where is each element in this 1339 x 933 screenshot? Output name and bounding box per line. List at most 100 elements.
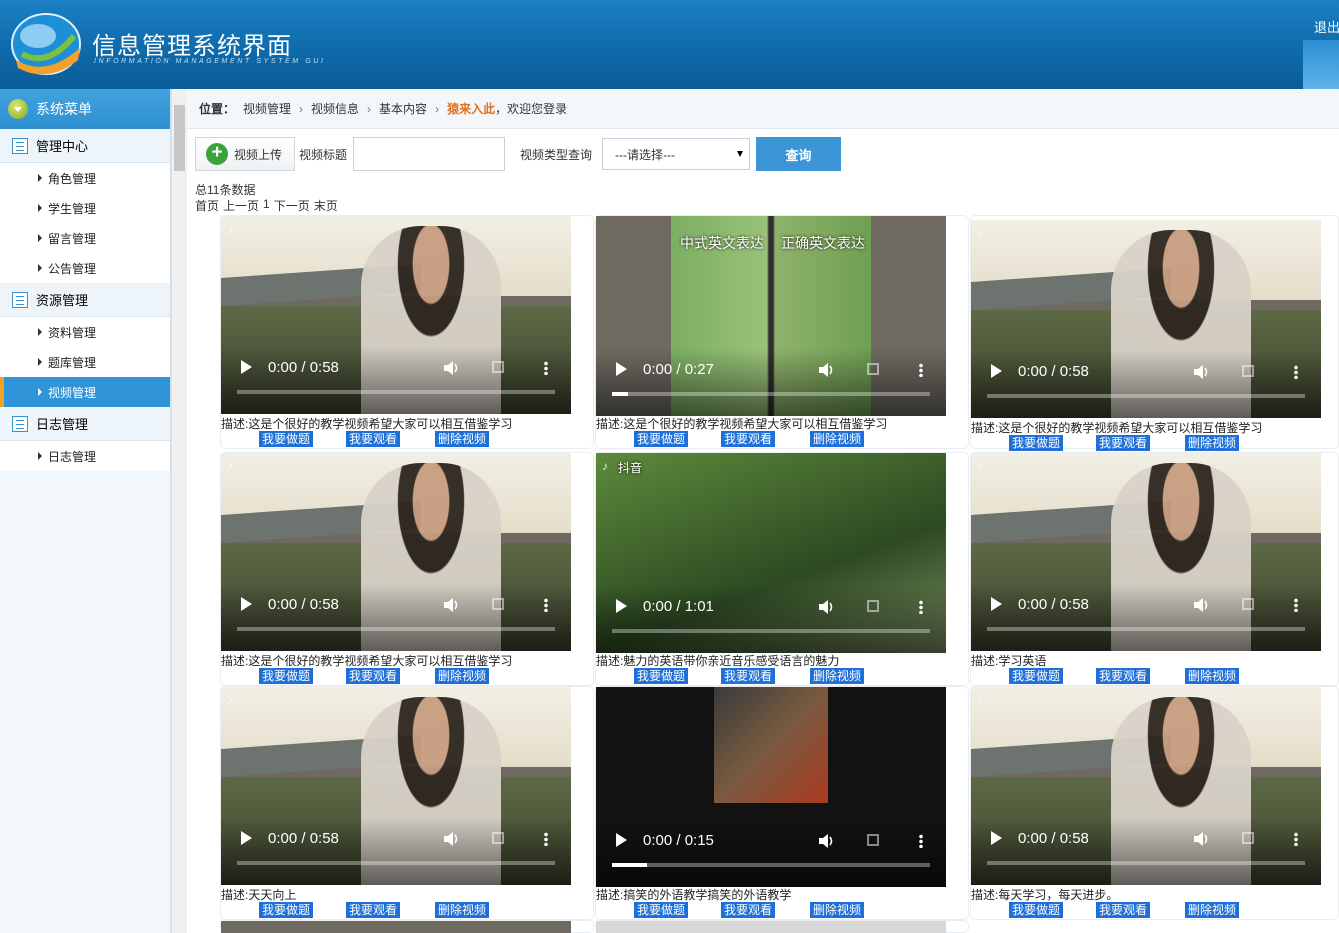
volume-icon[interactable] — [818, 833, 834, 849]
volume-icon[interactable] — [818, 599, 834, 615]
fullscreen-icon[interactable] — [1242, 365, 1254, 377]
more-options-icon[interactable] — [1294, 598, 1298, 612]
delete-video-button[interactable]: 删除视频 — [810, 431, 865, 447]
play-icon[interactable] — [616, 833, 627, 847]
video-progress[interactable] — [612, 863, 930, 867]
more-options-icon[interactable] — [1294, 365, 1298, 379]
sidebar-item-video[interactable]: 视频管理 — [0, 377, 170, 407]
breadcrumb-item[interactable]: 基本内容 — [379, 100, 427, 117]
volume-icon[interactable] — [1193, 364, 1209, 380]
do-exercise-button[interactable]: 我要做题 — [634, 668, 689, 684]
play-icon[interactable] — [991, 364, 1002, 378]
play-icon[interactable] — [241, 360, 252, 374]
more-options-icon[interactable] — [919, 600, 923, 614]
sidebar-group-resource[interactable]: 资源管理 — [0, 283, 170, 317]
volume-icon[interactable] — [443, 360, 459, 376]
pager-first[interactable]: 首页 — [195, 197, 219, 214]
sidebar-item-log[interactable]: 日志管理 — [0, 441, 170, 471]
volume-icon[interactable] — [818, 362, 834, 378]
video-player[interactable]: ♪ 0:00 / 0:58 — [971, 220, 1321, 418]
volume-icon[interactable] — [1193, 597, 1209, 613]
watch-video-button[interactable]: 我要观看 — [721, 431, 776, 447]
do-exercise-button[interactable]: 我要做题 — [259, 668, 314, 684]
delete-video-button[interactable]: 删除视频 — [435, 668, 490, 684]
video-progress[interactable] — [987, 861, 1305, 865]
sidebar-item-notice[interactable]: 公告管理 — [0, 253, 170, 283]
play-icon[interactable] — [991, 831, 1002, 845]
video-player[interactable]: ♪ 0:00 / 0:58 — [221, 453, 571, 651]
sidebar-item-material[interactable]: 资料管理 — [0, 317, 170, 347]
sidebar-group-log[interactable]: 日志管理 — [0, 407, 170, 441]
delete-video-button[interactable]: 删除视频 — [810, 902, 865, 918]
video-progress[interactable] — [987, 394, 1305, 398]
do-exercise-button[interactable]: 我要做题 — [259, 902, 314, 918]
delete-video-button[interactable]: 删除视频 — [810, 668, 865, 684]
video-player[interactable]: 中式英文表达 正确英文表达 0:00 / 0:27 — [596, 216, 946, 416]
more-options-icon[interactable] — [544, 598, 548, 612]
delete-video-button[interactable]: 删除视频 — [1185, 668, 1240, 684]
fullscreen-icon[interactable] — [867, 363, 879, 375]
fullscreen-icon[interactable] — [867, 834, 879, 846]
fullscreen-icon[interactable] — [1242, 598, 1254, 610]
video-player[interactable]: ♪ 0:00 / 0:58 — [971, 687, 1321, 885]
fullscreen-icon[interactable] — [492, 361, 504, 373]
watch-video-button[interactable]: 我要观看 — [721, 668, 776, 684]
sidebar-item-role[interactable]: 角色管理 — [0, 163, 170, 193]
video-progress[interactable] — [987, 627, 1305, 631]
more-options-icon[interactable] — [919, 363, 923, 377]
breadcrumb-item[interactable]: 视频信息 — [311, 100, 359, 117]
sidebar-item-question-bank[interactable]: 题库管理 — [0, 347, 170, 377]
fullscreen-icon[interactable] — [1242, 832, 1254, 844]
more-options-icon[interactable] — [544, 361, 548, 375]
do-exercise-button[interactable]: 我要做题 — [634, 431, 689, 447]
do-exercise-button[interactable]: 我要做题 — [634, 902, 689, 918]
logout-button[interactable]: 退出 — [1314, 17, 1339, 36]
sidebar-scrollbar[interactable] — [171, 89, 187, 933]
pager-prev[interactable]: 上一页 — [223, 197, 259, 214]
video-progress[interactable] — [237, 627, 555, 631]
watch-video-button[interactable]: 我要观看 — [346, 668, 401, 684]
video-player[interactable]: 0:00 / 0:15 — [596, 687, 946, 887]
pager-next[interactable]: 下一页 — [274, 197, 310, 214]
delete-video-button[interactable]: 删除视频 — [435, 902, 490, 918]
scrollbar-thumb[interactable] — [174, 105, 185, 171]
volume-icon[interactable] — [443, 831, 459, 847]
video-player[interactable]: ♪ 抖音 0:00 / 1:01 — [596, 453, 946, 653]
watch-video-button[interactable]: 我要观看 — [1096, 668, 1151, 684]
watch-video-button[interactable]: 我要观看 — [721, 902, 776, 918]
video-player[interactable]: ♪ 0:00 / 0:58 — [221, 216, 571, 414]
play-icon[interactable] — [241, 831, 252, 845]
video-type-select[interactable]: ---请选择--- — [602, 138, 751, 170]
play-icon[interactable] — [616, 362, 627, 376]
sidebar-item-student[interactable]: 学生管理 — [0, 193, 170, 223]
volume-icon[interactable] — [1193, 831, 1209, 847]
volume-icon[interactable] — [443, 597, 459, 613]
more-options-icon[interactable] — [919, 834, 923, 848]
watch-video-button[interactable]: 我要观看 — [346, 902, 401, 918]
title-search-input[interactable] — [353, 137, 506, 171]
play-icon[interactable] — [241, 597, 252, 611]
video-player[interactable] — [596, 921, 946, 933]
do-exercise-button[interactable]: 我要做题 — [1009, 902, 1064, 918]
play-icon[interactable] — [616, 599, 627, 613]
sidebar-group-admin[interactable]: 管理中心 — [0, 129, 170, 163]
video-progress[interactable] — [612, 392, 930, 396]
play-icon[interactable] — [991, 597, 1002, 611]
upload-video-button[interactable]: + 视频上传 — [195, 137, 295, 171]
watch-video-button[interactable]: 我要观看 — [346, 431, 401, 447]
video-progress[interactable] — [237, 861, 555, 865]
sidebar-item-message[interactable]: 留言管理 — [0, 223, 170, 253]
video-progress[interactable] — [612, 629, 930, 633]
do-exercise-button[interactable]: 我要做题 — [1009, 435, 1064, 451]
fullscreen-icon[interactable] — [492, 832, 504, 844]
watch-video-button[interactable]: 我要观看 — [1096, 902, 1151, 918]
sidebar-header[interactable]: 系统菜单 — [0, 89, 170, 129]
do-exercise-button[interactable]: 我要做题 — [1009, 668, 1064, 684]
fullscreen-icon[interactable] — [867, 600, 879, 612]
video-player[interactable]: ♪ 0:00 / 0:58 — [221, 687, 571, 885]
delete-video-button[interactable]: 删除视频 — [435, 431, 490, 447]
delete-video-button[interactable]: 删除视频 — [1185, 902, 1240, 918]
pager-last[interactable]: 末页 — [314, 197, 338, 214]
breadcrumb-item[interactable]: 视频管理 — [243, 100, 291, 117]
more-options-icon[interactable] — [1294, 832, 1298, 846]
